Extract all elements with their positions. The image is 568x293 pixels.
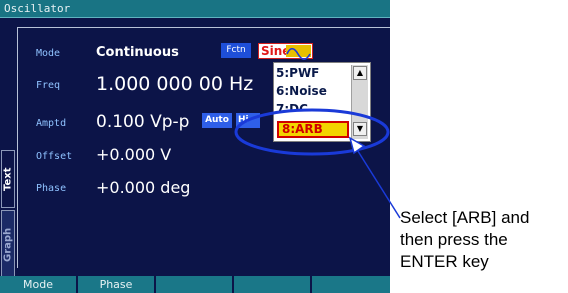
offset-label: Offset [36, 151, 73, 162]
softkey-bar: Mode Phase [0, 276, 390, 293]
instruction-line-2: then press the [400, 230, 508, 249]
dropdown-item-dc[interactable]: 7:DC [276, 101, 308, 111]
range-badge[interactable]: Hi [236, 113, 260, 128]
tab-graph[interactable]: Graph [1, 210, 15, 280]
freq-label: Freq [36, 80, 61, 91]
view-tabs: Text Graph [0, 150, 17, 280]
fctn-badge: Fctn [221, 43, 251, 58]
scroll-down-icon[interactable]: ▼ [353, 122, 367, 136]
softkey-4[interactable] [234, 276, 312, 293]
mode-label: Mode [36, 48, 61, 59]
softkey-5[interactable] [312, 276, 390, 293]
softkey-phase[interactable]: Phase [78, 276, 156, 293]
function-select[interactable]: Sine [258, 43, 313, 61]
dropdown-item-arb-selected[interactable]: 8:ARB [277, 121, 349, 138]
offset-value[interactable]: +0.000 V [96, 145, 171, 164]
sine-wave-icon [286, 45, 311, 61]
instruction-text: Select [ARB] and then press the ENTER ke… [400, 207, 568, 273]
phase-label: Phase [36, 183, 67, 194]
mode-value[interactable]: Continuous [96, 45, 179, 60]
oscillator-screen: Oscillator Mode Continuous Freq 1.000 00… [0, 0, 390, 293]
tab-text[interactable]: Text [1, 150, 15, 208]
dropdown-item-pwf[interactable]: 5:PWF [276, 65, 319, 82]
dropdown-scrollbar[interactable]: ▲ ▼ [351, 65, 368, 139]
phase-value[interactable]: +0.000 deg [96, 178, 190, 197]
function-dropdown[interactable]: 5:PWF 6:Noise 7:DC 8:ARB ▲ ▼ [273, 62, 371, 142]
freq-value[interactable]: 1.000 000 00 Hz [96, 73, 253, 95]
window-title: Oscillator [0, 0, 390, 18]
scroll-up-icon[interactable]: ▲ [353, 66, 367, 80]
amptd-label: Amptd [36, 118, 67, 129]
softkey-mode[interactable]: Mode [0, 276, 78, 293]
dropdown-item-noise[interactable]: 6:Noise [276, 83, 327, 100]
instruction-line-3: ENTER key [400, 252, 489, 271]
auto-badge[interactable]: Auto [202, 113, 232, 128]
amptd-value[interactable]: 0.100 Vp-p [96, 112, 189, 132]
instruction-line-1: Select [ARB] and [400, 208, 530, 227]
softkey-3[interactable] [156, 276, 234, 293]
